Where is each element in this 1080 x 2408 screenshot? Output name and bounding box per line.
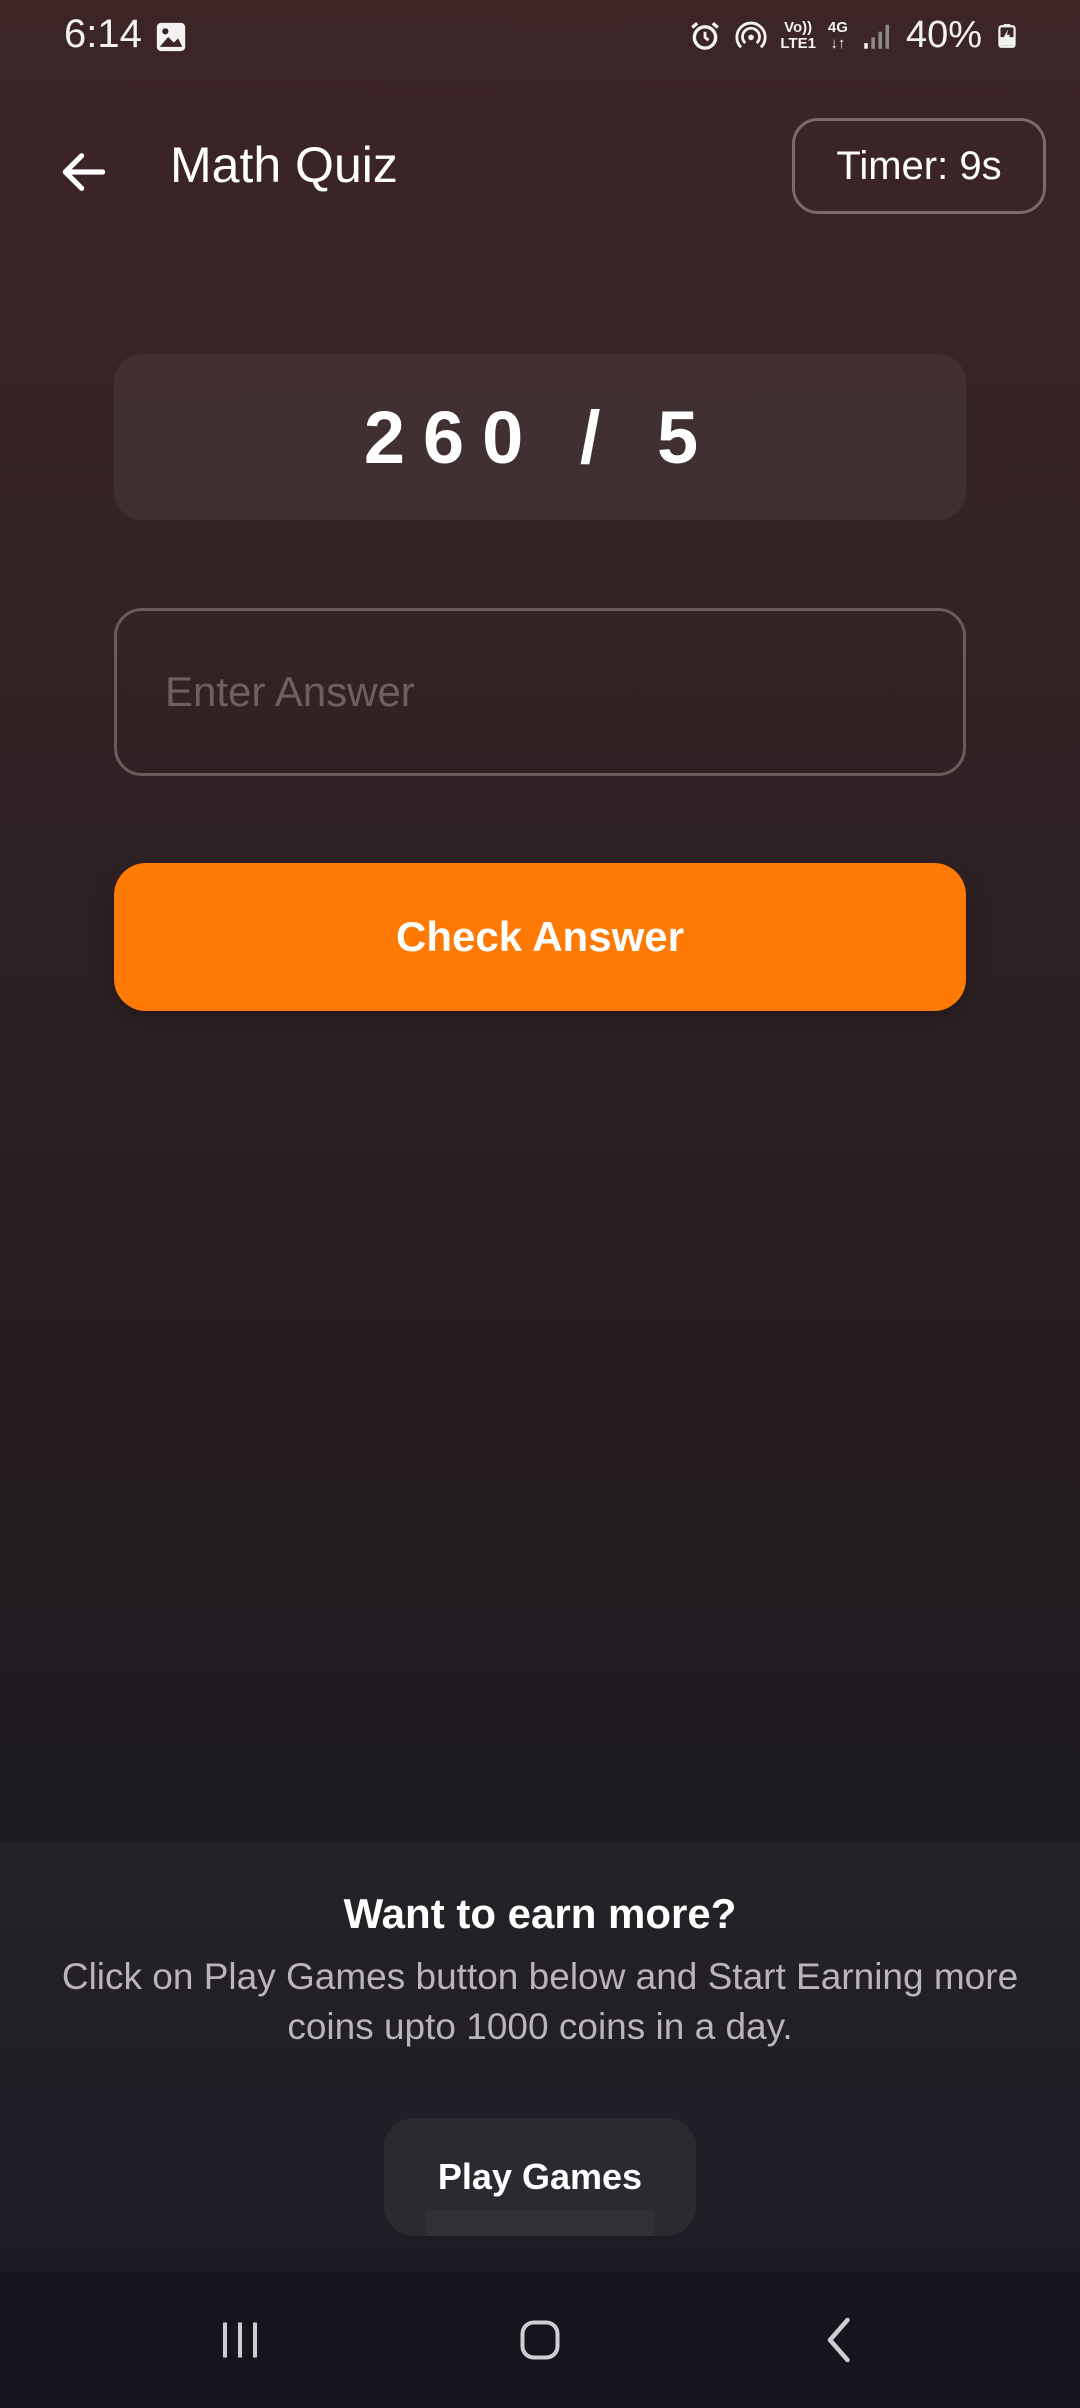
home-button[interactable] xyxy=(490,2300,590,2380)
status-icons: Vo)) LTE1 4G ↓↑ 40% xyxy=(688,14,1020,57)
earn-more-panel: Want to earn more? Click on Play Games b… xyxy=(0,1842,1080,2272)
earn-more-description: Click on Play Games button below and Sta… xyxy=(61,1956,1019,2047)
battery-percent: 40% xyxy=(905,14,982,56)
check-answer-button[interactable]: Check Answer xyxy=(114,863,966,1011)
alarm-icon xyxy=(691,21,720,50)
play-games-label: Play Games xyxy=(437,2156,643,2197)
button-shade xyxy=(426,2210,654,2236)
hotspot-icon xyxy=(735,21,767,48)
gallery-icon xyxy=(156,22,186,52)
battery-charging-icon xyxy=(998,23,1016,48)
recents-icon xyxy=(223,2322,257,2358)
nav-back-button[interactable] xyxy=(790,2300,890,2380)
recents-button[interactable] xyxy=(190,2300,290,2380)
system-nav-bar xyxy=(0,2272,1080,2408)
app-bar: Math Quiz Timer: 9s xyxy=(0,110,1080,220)
volte-indicator: Vo)) LTE1 xyxy=(780,18,816,52)
question-text: 260 / 5 xyxy=(363,395,717,479)
signal-icon xyxy=(864,24,889,49)
chevron-left-icon xyxy=(827,2317,850,2363)
status-time: 6:14 xyxy=(64,12,142,56)
back-button[interactable] xyxy=(44,132,124,212)
play-games-button[interactable]: Play Games xyxy=(384,2118,696,2236)
answer-input[interactable] xyxy=(114,608,966,776)
page-title: Math Quiz xyxy=(170,137,398,193)
timer-badge: Timer: 9s xyxy=(792,118,1046,214)
arrow-left-icon xyxy=(62,153,106,191)
home-icon xyxy=(520,2320,560,2360)
status-bar: 6:14 Vo)) LTE1 4G ↓↑ 40% xyxy=(0,0,1080,72)
question-card: 260 / 5 xyxy=(114,354,966,520)
earn-more-title: Want to earn more? xyxy=(343,1890,737,1937)
network-type-indicator: 4G ↓↑ xyxy=(827,18,848,52)
